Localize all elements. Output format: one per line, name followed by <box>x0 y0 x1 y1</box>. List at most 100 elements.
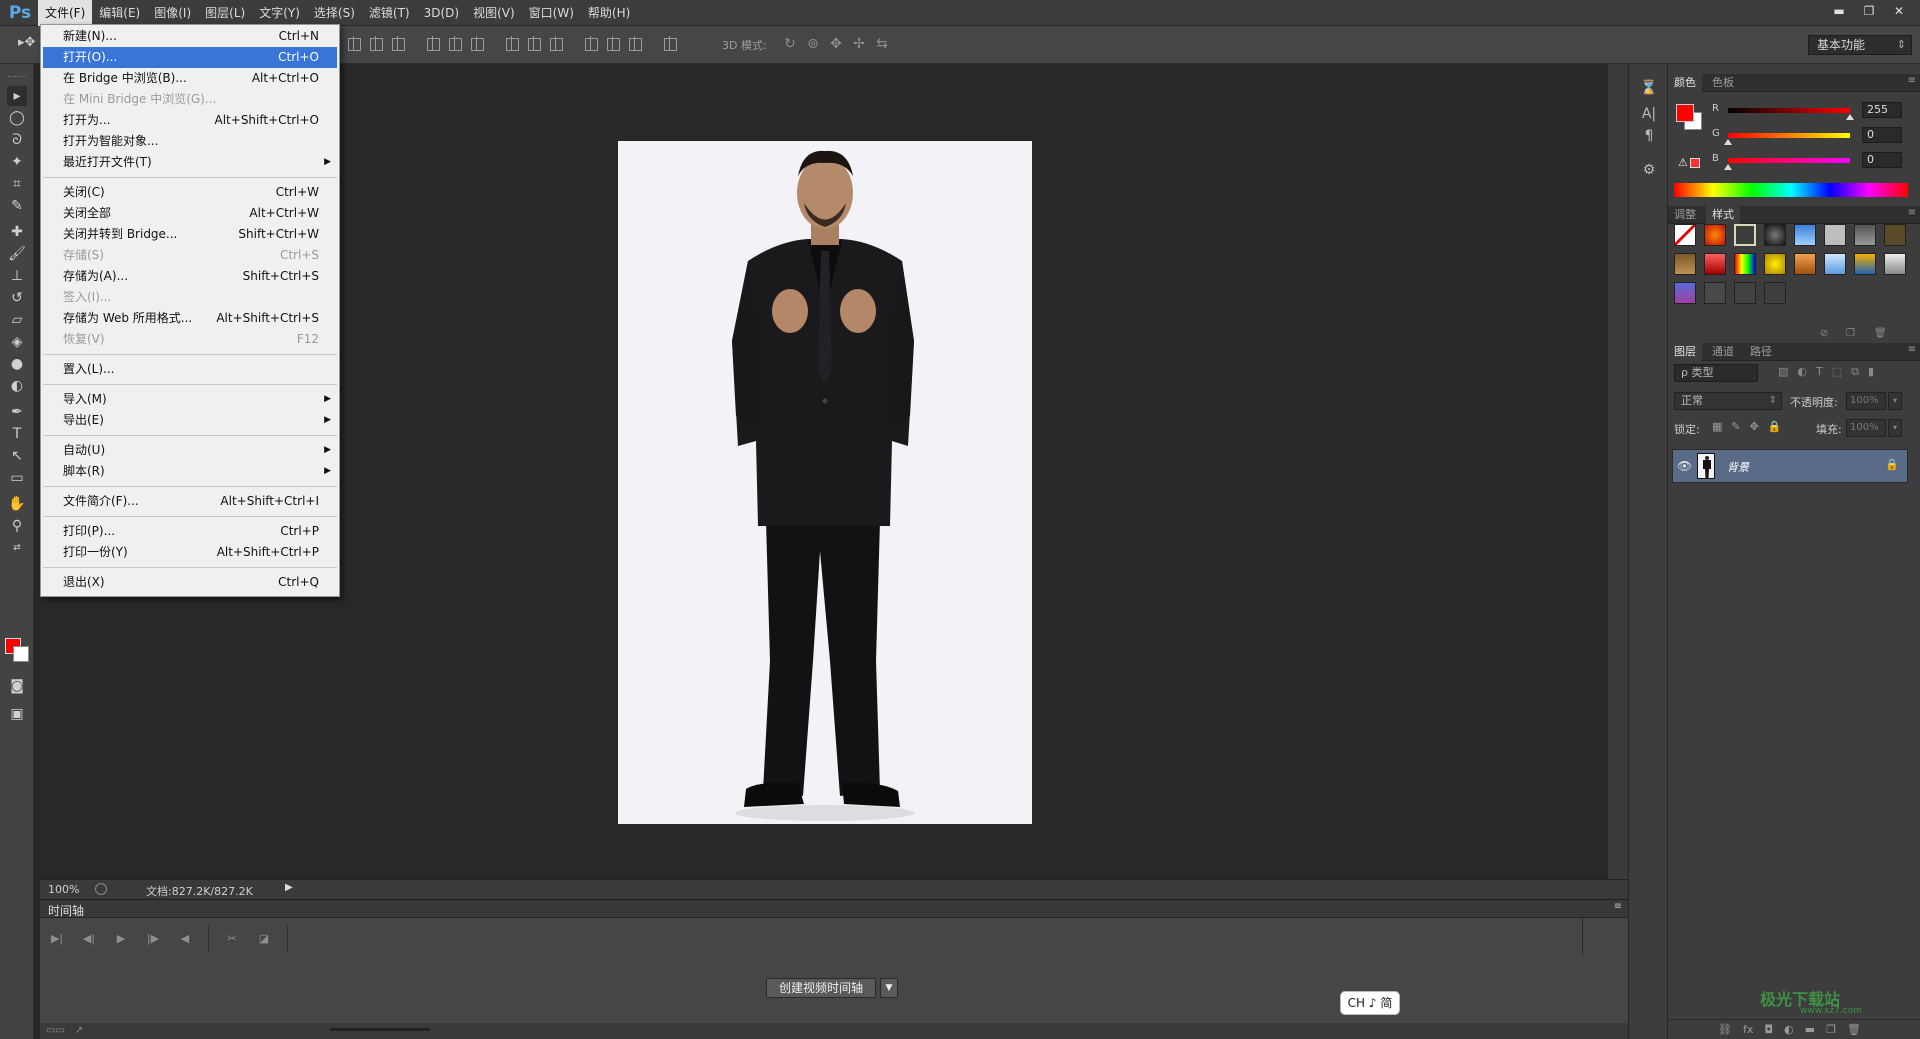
menu-item[interactable]: 图层(L) <box>198 0 252 26</box>
new-group-icon[interactable]: ▬ <box>1805 1023 1815 1036</box>
dodge-tool-icon[interactable]: ◐ <box>7 376 27 396</box>
style-swatch[interactable] <box>1704 253 1726 275</box>
style-swatch[interactable] <box>1794 224 1816 246</box>
audio-icon[interactable]: ◀ <box>176 930 194 948</box>
menu-item[interactable]: 选择(S) <box>307 0 362 26</box>
clear-style-icon[interactable]: ⊘ <box>1820 328 1828 339</box>
file-menu-item[interactable]: 打印一份(Y) Alt+Shift+Ctrl+P <box>43 542 337 563</box>
layer-style-fx-icon[interactable]: fx <box>1743 1023 1753 1036</box>
link-layers-icon[interactable]: ⛓ <box>1718 1023 1732 1036</box>
filter-pixel-icon[interactable]: ▨ <box>1778 365 1788 379</box>
file-menu-item[interactable]: 自动(U) ▶ <box>43 440 337 461</box>
color-foreground-swatch[interactable] <box>1676 104 1694 122</box>
vertical-scrollbar[interactable] <box>1608 64 1628 884</box>
toolbar-grip[interactable] <box>8 76 26 79</box>
quick-mask-icon[interactable]: ◙ <box>7 676 27 696</box>
shape-tool-icon[interactable]: ▭ <box>7 468 27 488</box>
swap-colors-icon[interactable]: ⇄ <box>7 538 27 558</box>
split-scissors-icon[interactable]: ✂ <box>223 930 241 948</box>
menu-item[interactable]: 图像(I) <box>147 0 198 26</box>
menu-item[interactable]: 文字(Y) <box>252 0 307 26</box>
tab-swatches[interactable]: 色板 <box>1706 74 1740 92</box>
style-swatch[interactable] <box>1824 253 1846 275</box>
add-mask-icon[interactable]: ◘ <box>1764 1023 1773 1036</box>
delete-style-icon[interactable]: 🗑 <box>1874 328 1887 339</box>
menu-item[interactable]: 文件(F) <box>38 0 93 26</box>
file-menu-item[interactable]: 关闭并转到 Bridge... Shift+Ctrl+W <box>43 224 337 245</box>
opacity-field[interactable]: 100% <box>1846 392 1886 410</box>
style-swatch[interactable] <box>1824 224 1846 246</box>
magic-wand-tool-icon[interactable]: ✦ <box>7 152 27 172</box>
style-swatch[interactable] <box>1884 253 1906 275</box>
layer-row-background[interactable]: 👁 背景 🔒 <box>1672 449 1908 483</box>
tab-adjustments[interactable]: 调整 <box>1668 206 1702 224</box>
minimize-button[interactable]: ▬ <box>1826 2 1852 20</box>
blur-tool-icon[interactable]: ● <box>7 354 27 374</box>
filter-shape-icon[interactable]: ⬚ <box>1832 365 1842 379</box>
lasso-tool-icon[interactable]: ᘐ <box>7 130 27 150</box>
lock-transparent-icon[interactable]: ▦ <box>1712 420 1722 433</box>
align-vcenter-icon[interactable] <box>367 35 384 52</box>
timeline-tab[interactable]: 时间轴 <box>48 902 84 919</box>
lock-all-icon[interactable]: 🔒 <box>1768 420 1782 433</box>
eraser-tool-icon[interactable]: ▱ <box>7 310 27 330</box>
red-thumb[interactable] <box>1846 114 1854 120</box>
style-swatch[interactable] <box>1734 224 1756 246</box>
paint-bucket-tool-icon[interactable]: ◈ <box>7 332 27 352</box>
layer-visibility-eye-icon[interactable]: 👁 <box>1677 459 1692 473</box>
new-layer-icon[interactable]: ❐ <box>1826 1023 1836 1036</box>
style-none-swatch[interactable] <box>1674 224 1696 246</box>
zoom-options-icon[interactable] <box>95 883 107 895</box>
lock-image-icon[interactable]: ✎ <box>1731 420 1740 433</box>
file-menu-item[interactable]: 最近打开文件(T) ▶ <box>43 152 337 173</box>
status-menu-arrow-icon[interactable]: ▶ <box>285 882 293 893</box>
style-swatch[interactable] <box>1764 282 1786 304</box>
zoom-level-field[interactable]: 100% <box>48 883 79 896</box>
file-menu-item[interactable]: 关闭(C) Ctrl+W <box>43 182 337 203</box>
file-menu-item[interactable]: 打开为智能对象... <box>43 131 337 152</box>
timeline-panel-menu-icon[interactable]: ≡ <box>1614 901 1622 912</box>
file-menu-item[interactable]: 脚本(R) ▶ <box>43 461 337 482</box>
style-swatch[interactable] <box>1734 253 1756 275</box>
color-spectrum-bar[interactable] <box>1674 183 1908 197</box>
color-panel-menu-icon[interactable]: ≡ <box>1908 75 1916 86</box>
align-hcenter-icon[interactable] <box>446 35 463 52</box>
style-swatch[interactable] <box>1764 253 1786 275</box>
style-swatch[interactable] <box>1674 253 1696 275</box>
adjustment-layer-icon[interactable]: ◐ <box>1784 1023 1794 1036</box>
menu-item[interactable]: 窗口(W) <box>522 0 581 26</box>
style-swatch[interactable] <box>1734 282 1756 304</box>
file-menu-item[interactable]: 打开(O)... Ctrl+O <box>43 47 337 68</box>
gamut-swatch[interactable] <box>1690 158 1700 168</box>
file-menu-item[interactable]: 文件简介(F)... Alt+Shift+Ctrl+I <box>43 491 337 512</box>
layer-name[interactable]: 背景 <box>1727 459 1749 475</box>
timeline-type-dropdown-icon[interactable]: ▼ <box>880 978 898 998</box>
move-tool-preset-icon[interactable]: ▸✥ <box>18 35 40 55</box>
blue-thumb[interactable] <box>1724 164 1732 170</box>
paragraph-panel-icon[interactable]: ¶ <box>1639 126 1659 146</box>
crop-tool-icon[interactable]: ⌗ <box>7 174 27 194</box>
distribute-top-icon[interactable] <box>503 35 520 52</box>
menu-item[interactable]: 编辑(E) <box>92 0 147 26</box>
input-method-indicator[interactable]: CH ♪ 简 <box>1340 991 1400 1015</box>
style-swatch[interactable] <box>1704 224 1726 246</box>
background-color-swatch[interactable] <box>13 646 29 662</box>
type-tool-icon[interactable]: T <box>7 424 27 444</box>
align-left-icon[interactable] <box>424 35 441 52</box>
go-to-first-frame-icon[interactable]: ▶| <box>48 930 66 948</box>
file-menu-item[interactable]: 导入(M) ▶ <box>43 389 337 410</box>
close-button[interactable]: ✕ <box>1886 2 1912 20</box>
pen-tool-icon[interactable]: ✒ <box>7 402 27 422</box>
red-track[interactable] <box>1728 108 1850 113</box>
workspace-select[interactable]: 基本功能 <box>1808 35 1912 55</box>
3d-roll-icon[interactable]: ⊚ <box>805 36 821 52</box>
styles-panel-menu-icon[interactable]: ≡ <box>1908 207 1916 218</box>
menu-item[interactable]: 帮助(H) <box>581 0 637 26</box>
history-panel-icon[interactable]: ⌛ <box>1639 78 1659 98</box>
path-selection-tool-icon[interactable]: ↖ <box>7 446 27 466</box>
file-menu-item[interactable]: 存储为 Web 所用格式... Alt+Shift+Ctrl+S <box>43 308 337 329</box>
auto-align-icon[interactable] <box>661 35 678 52</box>
history-brush-tool-icon[interactable]: ↺ <box>7 288 27 308</box>
layers-panel-menu-icon[interactable]: ≡ <box>1908 344 1916 355</box>
3d-slide-icon[interactable]: ✢ <box>851 36 867 52</box>
